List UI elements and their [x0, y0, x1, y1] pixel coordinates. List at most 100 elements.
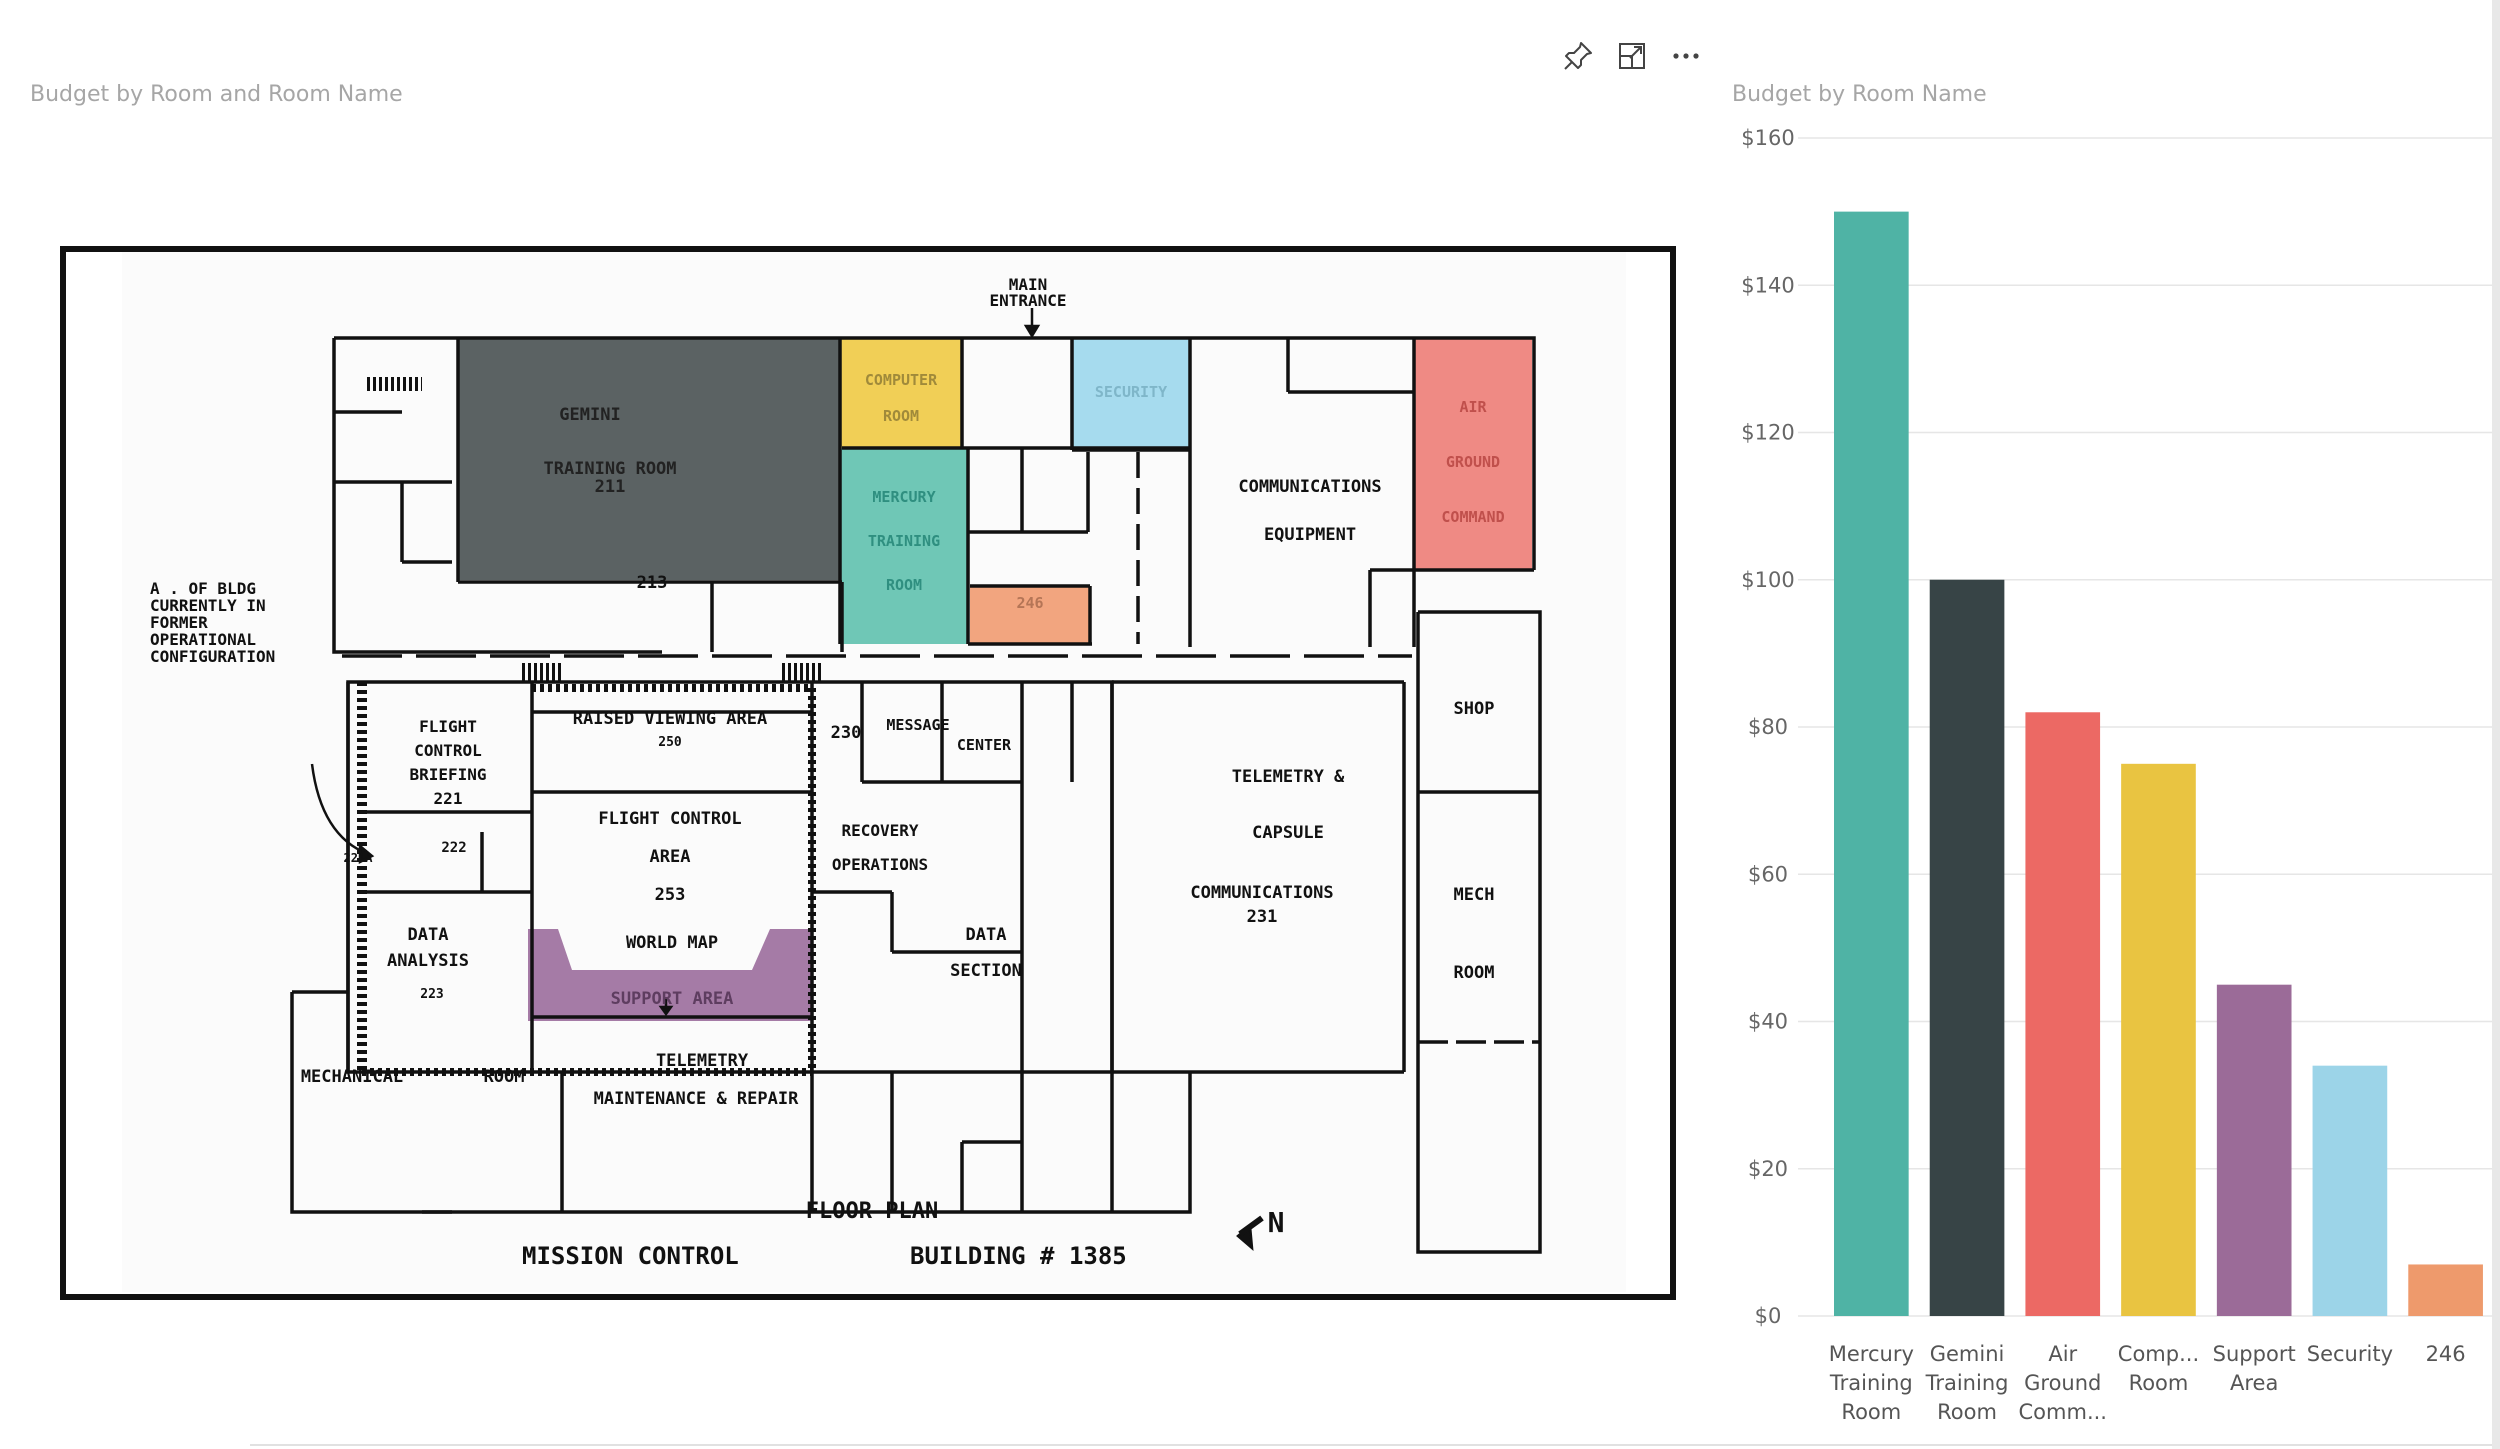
room-label-communications-line-0: COMMUNICATIONS [1190, 883, 1333, 903]
y-tick-label: $80 [1748, 715, 1788, 739]
room-label-230-line-0: 230 [831, 723, 862, 743]
room-label-mercury-line-2: ROOM [886, 576, 922, 594]
x-category-label: Comm... [2019, 1400, 2107, 1424]
room-label-maint-repair-line-0: MAINTENANCE & REPAIR [594, 1089, 799, 1109]
y-tick-label: $20 [1748, 1157, 1788, 1181]
room-label-data-section-line-1: SECTION [950, 961, 1022, 981]
x-category-label: Air [2048, 1342, 2077, 1366]
pin-icon [1564, 42, 1592, 70]
room-label-mercury-line-0: MERCURY [872, 488, 935, 506]
room-label-comm-equipment-line-0: COMMUNICATIONS [1238, 477, 1381, 497]
room-label-223-line-0: 223 [420, 987, 443, 1002]
x-axis-category-labels: Mercury Training Room Gemini Training Room Air… [1829, 1342, 2466, 1424]
room-label-flight-control-briefing-line-0: FLIGHT [419, 717, 477, 736]
room-label-recovery-line-0: RECOVERY [841, 821, 918, 840]
room-label-capsule-line-0: CAPSULE [1252, 823, 1324, 843]
x-category-label: Ground [2024, 1371, 2101, 1395]
bar[interactable] [1834, 211, 1909, 1316]
room-label-mech-line-1: ROOM [1454, 963, 1495, 983]
floor-plan-caption-title-line-0: FLOOR PLAN [806, 1199, 938, 1224]
room-label-data-section-line-0: DATA [966, 925, 1007, 945]
x-category-label: Gemini [1930, 1342, 2005, 1366]
room-label-comm-equipment-line-1: EQUIPMENT [1264, 525, 1356, 545]
room-fill-computer[interactable] [840, 338, 962, 448]
room-label-221a-line-0: 221A [344, 851, 374, 865]
room-label-computer-line-0: COMPUTER [865, 371, 938, 389]
room-label-raised-viewing-line-0: RAISED VIEWING AREA [573, 709, 767, 729]
room-label-flight-control-area-line-2: 253 [655, 885, 686, 905]
bar[interactable] [2408, 1264, 2483, 1316]
bar[interactable] [2025, 712, 2101, 1316]
x-category-label: Room [2129, 1371, 2189, 1395]
room-label-mechanical-line-0: MECHANICAL [301, 1067, 403, 1087]
y-tick-label: $120 [1741, 421, 1794, 445]
room-label-gemini-number-line-0: 211 [595, 477, 626, 497]
x-category-label: Room [1841, 1400, 1901, 1424]
more-options-button[interactable] [1668, 38, 1704, 74]
room-label-telemetry-maint-line-0: TELEMETRY [656, 1051, 749, 1071]
pin-visual-button[interactable] [1560, 38, 1596, 74]
x-category-label: Area [2230, 1371, 2278, 1395]
floor-plan-visual-title: Budget by Room and Room Name [30, 82, 403, 107]
more-options-icon [1673, 53, 1699, 59]
focus-mode-icon [1619, 43, 1645, 69]
room-label-telemetry-line-0: TELEMETRY & [1232, 767, 1345, 787]
room-label-flight-control-briefing-line-2: BRIEFING [409, 765, 486, 784]
room-label-flight-control-area-line-1: AREA [650, 847, 691, 867]
bar[interactable] [1929, 579, 2005, 1316]
room-label-raised-number-line-0: 250 [658, 735, 682, 750]
bar-chart-visual-title: Budget by Room Name [1732, 82, 1987, 107]
room-label-gemini-line-0: GEMINI [559, 405, 620, 425]
room-label-flight-control-area-line-0: FLIGHT CONTROL [598, 809, 741, 829]
north-arrow-label-line-0: N [1268, 1206, 1285, 1239]
page-scrollbar[interactable] [2492, 0, 2500, 1449]
y-tick-label: $140 [1741, 273, 1794, 297]
room-label-recovery-line-1: OPERATIONS [832, 855, 928, 874]
y-tick-label: $100 [1741, 568, 1794, 592]
x-category-label: Support [2213, 1342, 2296, 1366]
room-label-gemini-training-line-0: TRAINING ROOM [543, 459, 676, 479]
room-label-mechanical-room-line-0: ROOM [484, 1067, 525, 1087]
bar[interactable] [2216, 984, 2292, 1316]
x-category-label: Security [2307, 1342, 2393, 1366]
bar[interactable] [2121, 763, 2196, 1316]
room-label-security-line-0: SECURITY [1095, 383, 1167, 401]
room-label-246-line-0: 246 [1016, 594, 1043, 612]
y-tick-label: $40 [1748, 1010, 1788, 1034]
room-label-mercury-line-1: TRAINING [868, 532, 940, 550]
room-label-air-ground-line-1: GROUND [1446, 453, 1500, 471]
room-label-flight-control-briefing-line-3: 221 [434, 789, 463, 808]
visual-header-toolbar [1560, 38, 1704, 74]
y-axis-tick-labels: $0 $20 $40 $60 $80 $100 $120 $140 $160 [1741, 126, 1794, 1328]
bar[interactable] [2312, 1065, 2388, 1316]
y-tick-label: $0 [1755, 1304, 1782, 1328]
x-category-label: Training [1925, 1371, 2009, 1395]
y-tick-label: $160 [1741, 126, 1794, 150]
room-label-computer-line-1: ROOM [883, 407, 919, 425]
room-label-support-line-0: SUPPORT AREA [611, 989, 734, 1009]
room-label-world-map-line-0: WORLD MAP [626, 933, 718, 953]
room-label-air-ground-line-2: COMMAND [1441, 508, 1504, 526]
room-label-data-line-0: DATA [408, 925, 449, 945]
room-label-center-line-0: CENTER [957, 736, 1012, 754]
room-label-213-line-0: 213 [637, 573, 668, 593]
x-category-label: 246 [2426, 1342, 2466, 1366]
floor-plan-caption-right: BUILDING # 1385 [910, 1242, 1127, 1270]
y-tick-label: $60 [1748, 862, 1788, 886]
room-label-shop-line-0: SHOP [1454, 699, 1495, 719]
room-label-222-line-0: 222 [441, 840, 466, 856]
x-category-label: Training [1829, 1371, 1913, 1395]
floor-plan-note-line-4: CONFIGURATION [150, 647, 275, 666]
room-label-message-line-0: MESSAGE [886, 716, 949, 734]
room-label-231-line-0: 231 [1247, 907, 1278, 927]
budget-bar-chart: $0 $20 $40 $60 $80 $100 $120 $140 $160 Mercury Tra… [1720, 120, 2500, 1440]
x-category-label: Mercury [1829, 1342, 1914, 1366]
room-label-mech-line-0: MECH [1454, 885, 1495, 905]
bars [1834, 211, 2483, 1316]
page-bottom-divider [250, 1444, 2492, 1446]
x-category-label: Comp... [2118, 1342, 2199, 1366]
floor-plan-image: GEMINI TRAINING ROOM 211 COMPUTER ROOM SECURI… [122, 252, 1626, 1296]
main-entrance-label-line-1: ENTRANCE [989, 291, 1066, 310]
x-category-label: Room [1937, 1400, 1997, 1424]
focus-mode-button[interactable] [1614, 38, 1650, 74]
